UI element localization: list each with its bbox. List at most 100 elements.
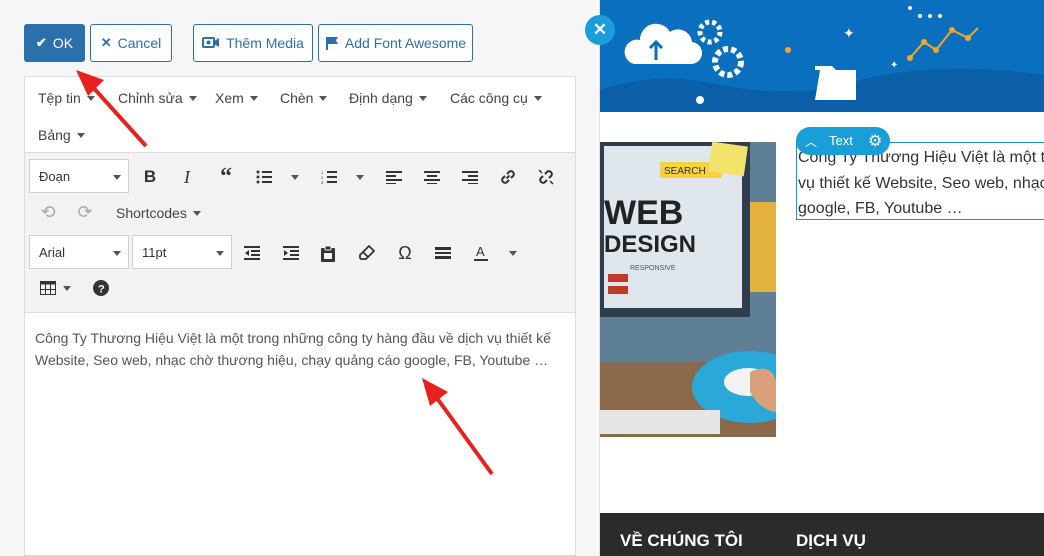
site-footer: VỀ CHÚNG TÔI DỊCH VỤ — [600, 513, 1044, 556]
editor-toolbar: Đoạn B I “ 123 ⟲ ⟳ Shortcodes Arial 11pt… — [25, 153, 575, 313]
font-family-select[interactable]: Arial — [29, 235, 129, 269]
menu-insert-label: Chèn — [280, 90, 314, 106]
close-icon: ✕ — [100, 35, 112, 50]
svg-text:?: ? — [98, 284, 105, 296]
cancel-button[interactable]: ✕ Cancel — [90, 24, 172, 62]
banner-illustration: ✦ ✦ — [600, 6, 1044, 112]
photo-search-text: SEARCH — [664, 166, 706, 177]
shortcodes-menu[interactable]: Shortcodes — [116, 205, 201, 221]
chevron-down-icon[interactable] — [356, 175, 364, 180]
photo-sign-design: DESIGN — [604, 231, 696, 258]
page-preview: ✦ ✦ SEARCH WEB DESIGN RESPONSIVE Công Ty… — [600, 0, 1044, 556]
shortcodes-label: Shortcodes — [116, 205, 187, 221]
chevron-down-icon — [249, 95, 258, 101]
font-size-select[interactable]: 11pt — [132, 235, 232, 269]
table-icon[interactable] — [35, 275, 61, 301]
chevron-down-icon — [86, 95, 95, 101]
block-format-value: Đoạn — [39, 168, 71, 184]
menu-file-label: Tệp tin — [38, 90, 81, 106]
widget-label: Text — [829, 133, 853, 148]
menu-insert[interactable]: Chèn — [280, 90, 328, 106]
menu-view[interactable]: Xem — [215, 90, 258, 106]
svg-text:✦: ✦ — [890, 60, 898, 71]
editor-content[interactable]: Công Ty Thương Hiệu Việt là một trong nh… — [25, 313, 575, 385]
chevron-down-icon — [76, 132, 85, 138]
menu-edit-label: Chỉnh sửa — [118, 90, 183, 106]
font-size-value: 11pt — [142, 244, 167, 260]
gear-icon[interactable]: ⚙ — [868, 131, 882, 151]
special-character-icon[interactable]: Ω — [392, 240, 418, 266]
menu-tools-label: Các công cụ — [450, 90, 528, 106]
help-icon[interactable]: ? — [88, 275, 114, 301]
header-banner: ✦ ✦ — [600, 0, 1044, 112]
chevron-down-icon[interactable] — [63, 286, 71, 291]
cancel-label: Cancel — [117, 35, 162, 51]
chevron-down-icon — [216, 251, 224, 256]
unlink-icon[interactable] — [533, 164, 559, 190]
align-right-icon[interactable] — [457, 164, 483, 190]
font-family-value: Arial — [39, 244, 66, 260]
align-left-icon[interactable] — [381, 164, 407, 190]
indent-icon[interactable] — [278, 240, 304, 266]
clear-formatting-icon[interactable] — [354, 240, 380, 266]
ok-label: OK — [52, 35, 74, 51]
menu-tools[interactable]: Các công cụ — [450, 90, 542, 106]
chevron-down-icon — [113, 175, 121, 180]
svg-text:3: 3 — [321, 180, 324, 184]
editor-menubar: Tệp tin Chỉnh sửa Xem Chèn Định dạng Các… — [25, 77, 575, 153]
add-font-awesome-label: Add Font Awesome — [344, 35, 467, 51]
bold-icon[interactable]: B — [137, 164, 163, 190]
link-icon[interactable] — [495, 164, 521, 190]
close-panel-button[interactable]: ✕ — [585, 15, 615, 45]
chevron-down-icon — [319, 95, 328, 101]
close-icon: ✕ — [592, 20, 608, 39]
editor-panel: ✔ OK ✕ Cancel Thêm Media Add Font Awesom… — [0, 0, 600, 556]
menu-format[interactable]: Định dạng — [349, 90, 427, 106]
menu-table[interactable]: Bảng — [38, 127, 85, 143]
chevron-up-icon[interactable]: ︿ — [805, 133, 817, 150]
horizontal-rule-icon[interactable] — [430, 240, 456, 266]
check-icon: ✔ — [35, 35, 47, 50]
outdent-icon[interactable] — [239, 240, 265, 266]
bullet-list-icon[interactable] — [251, 164, 277, 190]
chevron-down-icon[interactable] — [291, 175, 299, 180]
photo-sign-responsive: RESPONSIVE — [630, 265, 676, 272]
footer-about-heading[interactable]: VỀ CHÚNG TÔI — [620, 531, 743, 551]
text-color-icon[interactable]: A — [468, 240, 494, 266]
menu-edit[interactable]: Chỉnh sửa — [118, 90, 197, 106]
numbered-list-icon[interactable]: 123 — [316, 164, 342, 190]
add-font-awesome-button[interactable]: Add Font Awesome — [318, 24, 473, 62]
chevron-down-icon — [533, 95, 542, 101]
italic-icon[interactable]: I — [174, 164, 200, 190]
footer-services-heading[interactable]: DỊCH VỤ — [796, 531, 866, 551]
chevron-down-icon — [188, 95, 197, 101]
redo-icon[interactable]: ⟳ — [72, 199, 98, 225]
web-design-photo: SEARCH WEB DESIGN RESPONSIVE — [600, 142, 776, 437]
menu-view-label: Xem — [215, 90, 244, 106]
block-format-select[interactable]: Đoạn — [29, 159, 129, 193]
chevron-down-icon — [418, 95, 427, 101]
menu-file[interactable]: Tệp tin — [38, 90, 95, 106]
align-center-icon[interactable] — [419, 164, 445, 190]
blockquote-icon[interactable]: “ — [213, 164, 239, 190]
svg-text:✦: ✦ — [843, 25, 855, 41]
menu-format-label: Định dạng — [349, 90, 413, 106]
widget-text-line: google, FB, Youtube … — [798, 200, 963, 217]
photo-sign-web: WEB — [604, 194, 683, 232]
add-media-label: Thêm Media — [226, 35, 304, 51]
widget-toolbar: ︿ Text ⚙ — [796, 127, 890, 155]
paste-text-icon[interactable] — [315, 240, 341, 266]
undo-icon[interactable]: ⟲ — [35, 199, 61, 225]
chevron-down-icon — [192, 210, 201, 216]
flag-icon — [325, 36, 338, 50]
editor-paragraph: Công Ty Thương Hiệu Việt là một trong nh… — [35, 330, 551, 368]
chevron-down-icon — [113, 251, 121, 256]
media-icon — [202, 37, 220, 48]
ok-button[interactable]: ✔ OK — [24, 24, 85, 62]
svg-text:A: A — [476, 244, 485, 259]
menu-table-label: Bảng — [38, 127, 71, 143]
chevron-down-icon[interactable] — [509, 251, 517, 256]
add-media-button[interactable]: Thêm Media — [193, 24, 313, 62]
rich-text-editor: Tệp tin Chỉnh sửa Xem Chèn Định dạng Các… — [24, 76, 576, 556]
widget-text-line: vụ thiết kế Website, Seo web, nhạc — [798, 174, 1044, 192]
